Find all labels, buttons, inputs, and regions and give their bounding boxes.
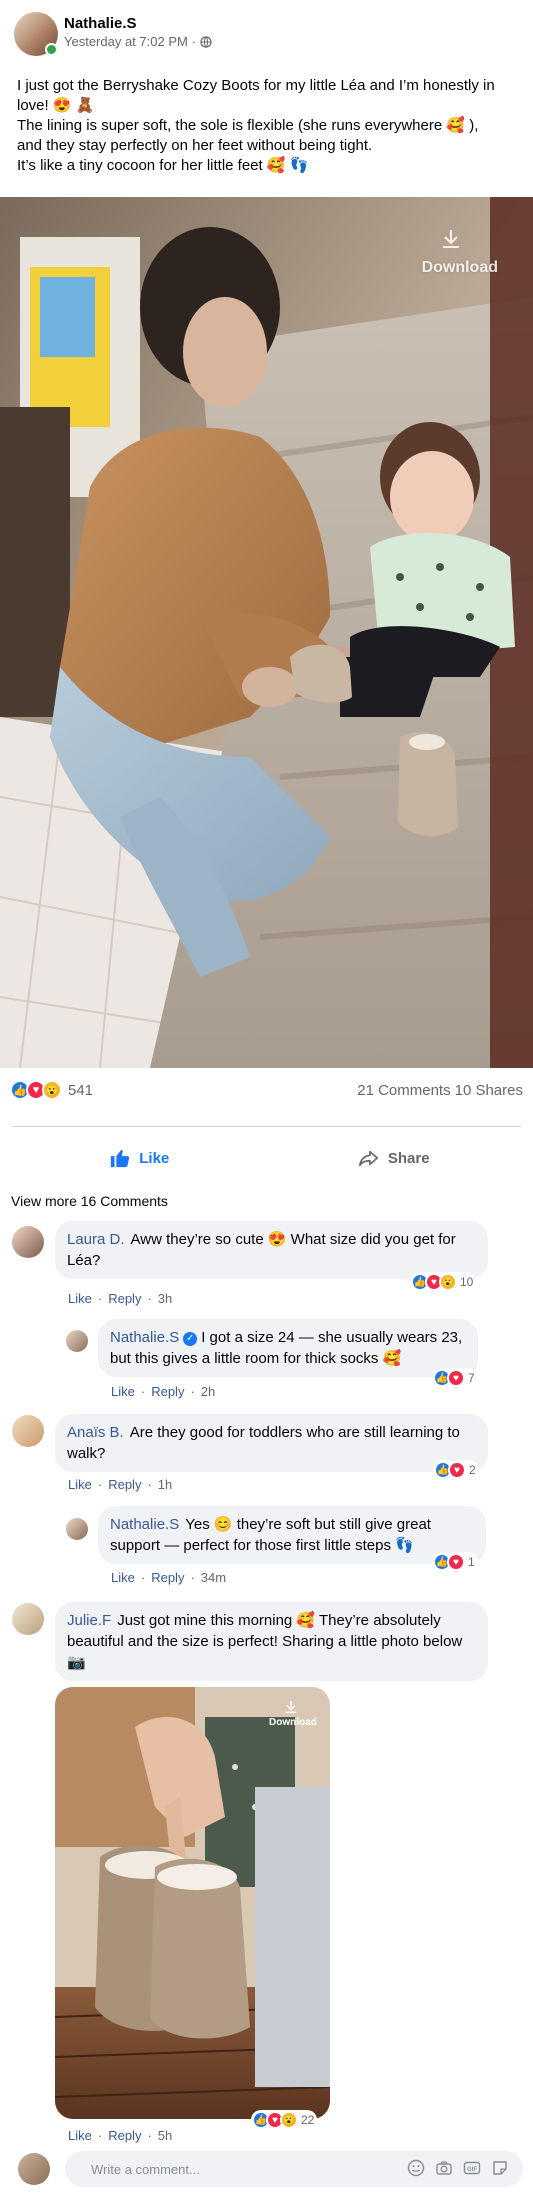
comments-count[interactable]: 21 Comments [357,1082,450,1099]
like-label: Like [139,1149,170,1167]
commenter-avatar[interactable] [12,1226,44,1258]
reactions-count[interactable]: 541 [68,1082,93,1099]
comment-photo-frame [55,1687,330,2119]
post-text-line: It’s like a tiny cocoon for her little f… [17,157,309,174]
comment-reply-link[interactable]: Reply [108,2128,141,2143]
post-video-frame [0,197,533,1068]
verified-badge-icon: ✓ [183,1332,198,1346]
view-more-comments[interactable]: View more 16 Comments [11,1193,168,1209]
comment-bubble: Laura D. Aww they’re so cute 😍 What size … [55,1221,488,1279]
comment-reactions[interactable]: 👍 ♥ 7 [432,1368,478,1388]
online-status-dot [45,43,58,56]
share-label: Share [387,1149,430,1167]
commenter-avatar[interactable] [66,1518,88,1540]
comment-reaction-count: 10 [460,1275,474,1289]
svg-text:GIF: GIF [467,2167,477,2173]
post-text-line: and they stay perfectly on her feet with… [17,137,373,154]
commenter-name[interactable]: Nathalie.S [110,1329,179,1346]
comment-reaction-count: 1 [468,1555,475,1569]
comment-time[interactable]: 3h [158,1291,172,1306]
share-arrow-icon [358,1150,378,1167]
share-button[interactable]: Share [267,1130,522,1186]
commenter-name[interactable]: Julie.F [67,1612,111,1629]
comment-photo[interactable]: Download [55,1687,330,2119]
comment-reactions[interactable]: 👍 ♥ 😮 22 [251,2110,318,2130]
post-text-line: The lining is super soft, the sole is fl… [17,117,479,134]
comment-actions: Like · Reply · 1h [68,1477,173,1492]
comment-like-link[interactable]: Like [68,1477,92,1492]
globe-icon [200,35,212,48]
post-text-line: I just got the Berryshake Cozy Boots for… [17,77,495,114]
comment-bubble: Nathalie.S Yes 😊 they’re soft but still g… [98,1506,486,1564]
comment-bubble: Nathalie.S ✓ I got a size 24 — she usually… [98,1319,478,1377]
comment-time[interactable]: 2h [201,1384,215,1399]
wow-reaction-icon: 😮 [280,2111,298,2129]
love-reaction-icon: ♥ [448,1461,466,1479]
comment-reaction-count: 22 [301,2113,315,2127]
comment-reply-link[interactable]: Reply [108,1477,141,1492]
comment-composer: GIF [18,2151,523,2187]
comment-actions: Like · Reply · 34m [111,1570,227,1585]
comment-text: Just got mine this morning 🥰 They’re abs… [67,1612,463,1671]
download-icon[interactable] [439,227,463,251]
commenter-name[interactable]: Laura D. [67,1231,125,1248]
comment-text: Are they good for toddlers who are still… [67,1424,460,1462]
comment-reactions[interactable]: 👍 ♥ 😮 10 [410,1272,477,1292]
commenter-name[interactable]: Nathalie.S [110,1516,179,1533]
comment-actions: Like · Reply · 3h [68,1291,173,1306]
wow-reaction-icon: 😮 [439,1273,457,1291]
commenter-avatar[interactable] [66,1330,88,1352]
commenter-avatar[interactable] [12,1603,44,1635]
comment-reply-link[interactable]: Reply [108,1291,141,1306]
comment-like-link[interactable]: Like [111,1570,135,1585]
reaction-icons[interactable]: 👍 ♥ 😮 541 [10,1080,93,1100]
like-button[interactable]: Like [12,1130,267,1186]
post-author-name[interactable]: Nathalie.S [64,15,137,32]
download-icon[interactable] [283,1699,299,1715]
wow-reaction-icon: 😮 [42,1080,62,1100]
reactions-summary: 👍 ♥ 😮 541 21 Comments 10 Shares [10,1078,523,1102]
love-reaction-icon: ♥ [447,1369,465,1387]
engagement-counts: 21 Comments 10 Shares [357,1082,523,1099]
comment-actions: Like · Reply · 2h [111,1384,216,1399]
comment-bubble: Anaïs B. Are they good for toddlers who a… [55,1414,488,1472]
download-label[interactable]: Download [269,1717,317,1728]
current-user-avatar[interactable] [18,2153,50,2185]
thumbs-up-icon [111,1149,130,1168]
post-actions: Like Share [12,1130,521,1186]
composer-icons: GIF [407,2159,509,2177]
comment-reaction-count: 7 [468,1371,475,1385]
comment-bubble: Julie.F Just got mine this morning 🥰 They… [55,1602,488,1681]
comment-like-link[interactable]: Like [68,1291,92,1306]
comment-time[interactable]: 1h [158,1477,172,1492]
emoji-icon[interactable] [407,2159,425,2177]
divider [12,1126,521,1127]
comment-like-link[interactable]: Like [68,2128,92,2143]
comment-reply-link[interactable]: Reply [151,1384,184,1399]
camera-icon[interactable] [435,2159,453,2177]
gif-icon[interactable]: GIF [463,2159,481,2177]
post-header: Nathalie.S Yesterday at 7:02 PM · [14,12,514,56]
comment-reply-link[interactable]: Reply [151,1570,184,1585]
comment-text: Aww they’re so cute 😍 What size did you … [67,1231,456,1269]
comment-reactions[interactable]: 👍 ♥ 2 [433,1460,479,1480]
post-video[interactable]: Download [0,197,533,1068]
comment-reaction-count: 2 [469,1463,476,1477]
comment-time[interactable]: 5h [158,2128,172,2143]
shares-count[interactable]: 10 Shares [455,1082,523,1099]
commenter-avatar[interactable] [12,1415,44,1447]
post-text: I just got the Berryshake Cozy Boots for… [17,76,517,176]
sticker-icon[interactable] [491,2159,509,2177]
download-label[interactable]: Download [422,259,498,277]
comment-like-link[interactable]: Like [111,1384,135,1399]
post-meta: Yesterday at 7:02 PM · [64,34,212,49]
comment-reactions[interactable]: 👍 ♥ 1 [432,1552,478,1572]
comment-actions: Like · Reply · 5h [68,2128,173,2143]
love-reaction-icon: ♥ [447,1553,465,1571]
post-timestamp[interactable]: Yesterday at 7:02 PM [64,34,188,49]
commenter-name[interactable]: Anaïs B. [67,1424,124,1441]
comment-time[interactable]: 34m [201,1570,226,1585]
